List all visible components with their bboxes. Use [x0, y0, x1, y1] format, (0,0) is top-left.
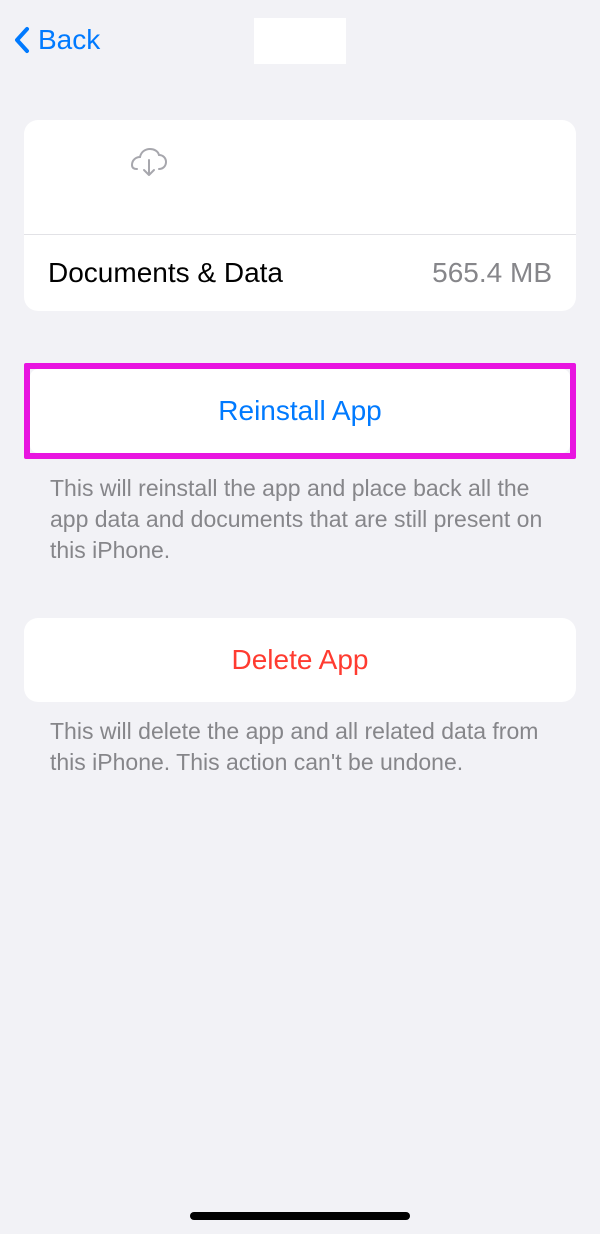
cloud-download-icon — [130, 148, 168, 178]
back-button[interactable]: Back — [12, 24, 100, 56]
delete-description: This will delete the app and all related… — [24, 702, 576, 778]
navigation-bar: Back — [0, 0, 600, 68]
delete-app-button[interactable]: Delete App — [24, 618, 576, 702]
delete-label: Delete App — [232, 644, 369, 675]
app-header — [24, 120, 576, 234]
content-area: Documents & Data 565.4 MB Reinstall App … — [0, 120, 600, 778]
back-label: Back — [38, 24, 100, 56]
chevron-left-icon — [12, 24, 32, 56]
documents-data-row[interactable]: Documents & Data 565.4 MB — [24, 234, 576, 311]
reinstall-label: Reinstall App — [218, 395, 381, 426]
documents-label: Documents & Data — [48, 257, 283, 289]
reinstall-app-button[interactable]: Reinstall App — [30, 369, 570, 453]
home-indicator[interactable] — [190, 1212, 410, 1220]
highlight-annotation: Reinstall App — [24, 363, 576, 459]
app-info-card: Documents & Data 565.4 MB — [24, 120, 576, 311]
documents-value: 565.4 MB — [432, 257, 552, 289]
reinstall-description: This will reinstall the app and place ba… — [24, 459, 576, 566]
title-placeholder — [254, 18, 346, 64]
